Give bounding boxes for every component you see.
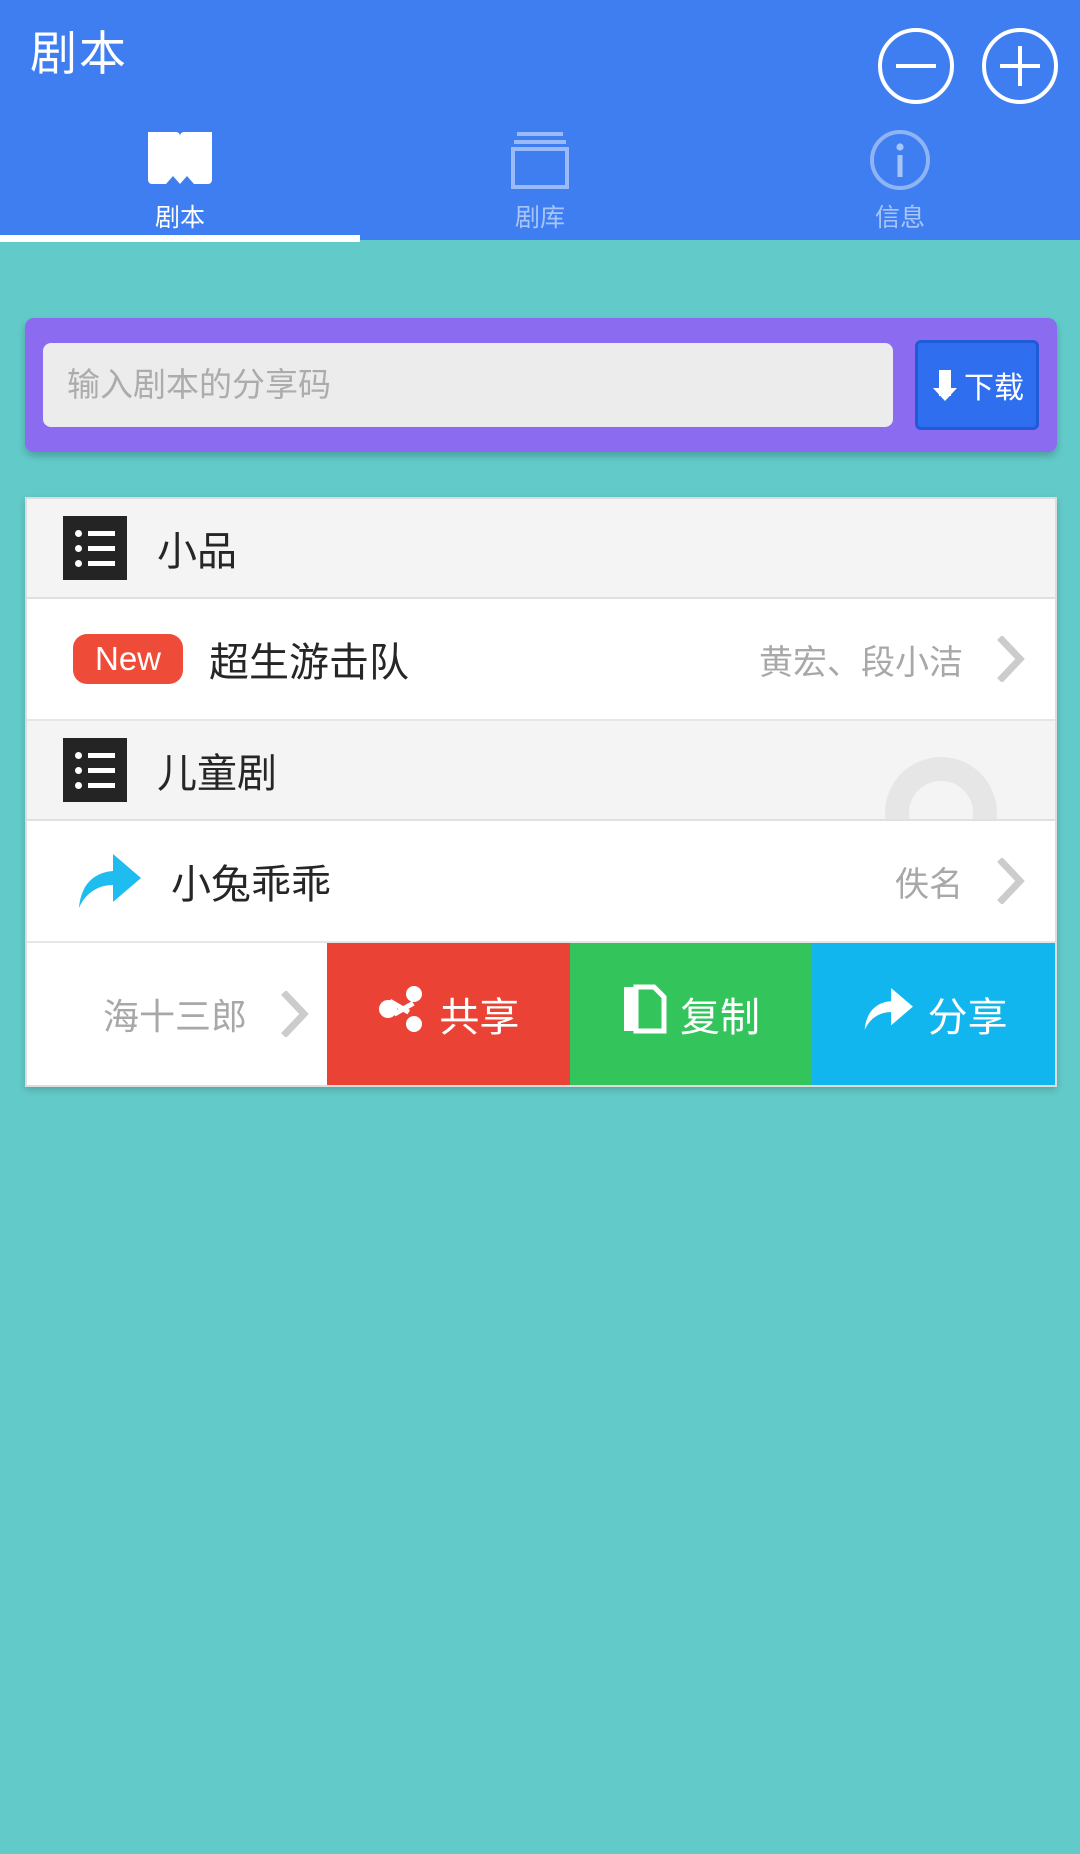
tab-library[interactable]: 剧库 xyxy=(360,122,720,240)
swipe-action-bar: 共享 复制 分享 xyxy=(327,943,1055,1085)
header-actions xyxy=(878,28,1058,104)
share-action-button[interactable]: 共享 xyxy=(327,943,570,1085)
share-nodes-icon xyxy=(377,984,427,1044)
forward-action-label: 分享 xyxy=(927,996,1008,1040)
copy-action-button[interactable]: 复制 xyxy=(569,943,813,1085)
info-icon xyxy=(869,128,931,192)
category-label: 小品 xyxy=(157,530,237,574)
share-code-input[interactable] xyxy=(43,343,893,427)
list-item-title: 超生游击队 xyxy=(209,641,410,685)
tab-info[interactable]: 信息 xyxy=(720,122,1080,240)
copy-icon xyxy=(622,983,668,1045)
app-header: 剧本 剧本 剧库 信息 xyxy=(0,0,1080,242)
tab-active-indicator xyxy=(0,235,360,242)
swiped-list-item: 海十三郎 共享 复制 分享 xyxy=(27,943,1055,1085)
tab-bar: 剧本 剧库 信息 xyxy=(0,122,1080,242)
category-header[interactable]: 儿童剧 xyxy=(27,721,1055,821)
list-item[interactable]: 小兔乖乖 佚名 xyxy=(27,821,1055,943)
download-button-label: 下载 xyxy=(964,372,1024,405)
forward-arrow-icon xyxy=(860,986,916,1042)
minus-button[interactable] xyxy=(878,28,954,104)
touch-ripple xyxy=(885,757,997,819)
library-icon xyxy=(507,128,573,192)
chevron-right-icon xyxy=(997,636,1025,682)
share-action-label: 共享 xyxy=(439,996,520,1040)
swiped-item-author: 海十三郎 xyxy=(102,996,247,1037)
script-list: 小品 New 超生游击队 黄宏、段小洁 儿童剧 小兔乖乖 佚名 海十三郎 共享 … xyxy=(25,497,1057,1087)
share-code-card: 下载 xyxy=(25,318,1057,452)
list-icon xyxy=(63,516,127,580)
plus-button[interactable] xyxy=(982,28,1058,104)
tab-scripts-label: 剧本 xyxy=(154,204,205,232)
chevron-right-icon xyxy=(997,858,1025,904)
header-top-bar: 剧本 xyxy=(0,0,1080,122)
book-icon xyxy=(144,128,216,192)
list-item-author: 佚名 xyxy=(895,865,963,904)
chevron-right-icon xyxy=(281,991,309,1037)
list-item-author: 黄宏、段小洁 xyxy=(759,643,963,682)
category-label: 儿童剧 xyxy=(157,752,277,796)
tab-scripts[interactable]: 剧本 xyxy=(0,122,360,242)
page-title: 剧本 xyxy=(30,27,128,80)
tab-info-label: 信息 xyxy=(874,204,925,232)
copy-action-label: 复制 xyxy=(680,996,760,1040)
forward-action-button[interactable]: 分享 xyxy=(812,943,1055,1085)
list-icon xyxy=(63,738,127,802)
download-icon xyxy=(930,368,960,402)
share-arrow-icon xyxy=(73,852,145,910)
category-header[interactable]: 小品 xyxy=(27,499,1055,599)
tab-library-label: 剧库 xyxy=(514,204,565,232)
list-item-title: 小兔乖乖 xyxy=(171,863,331,907)
status-badge: New xyxy=(73,633,184,685)
list-item[interactable]: New 超生游击队 黄宏、段小洁 xyxy=(27,599,1055,721)
swiped-item-content[interactable]: 海十三郎 xyxy=(27,943,327,1085)
download-button[interactable]: 下载 xyxy=(915,340,1039,430)
